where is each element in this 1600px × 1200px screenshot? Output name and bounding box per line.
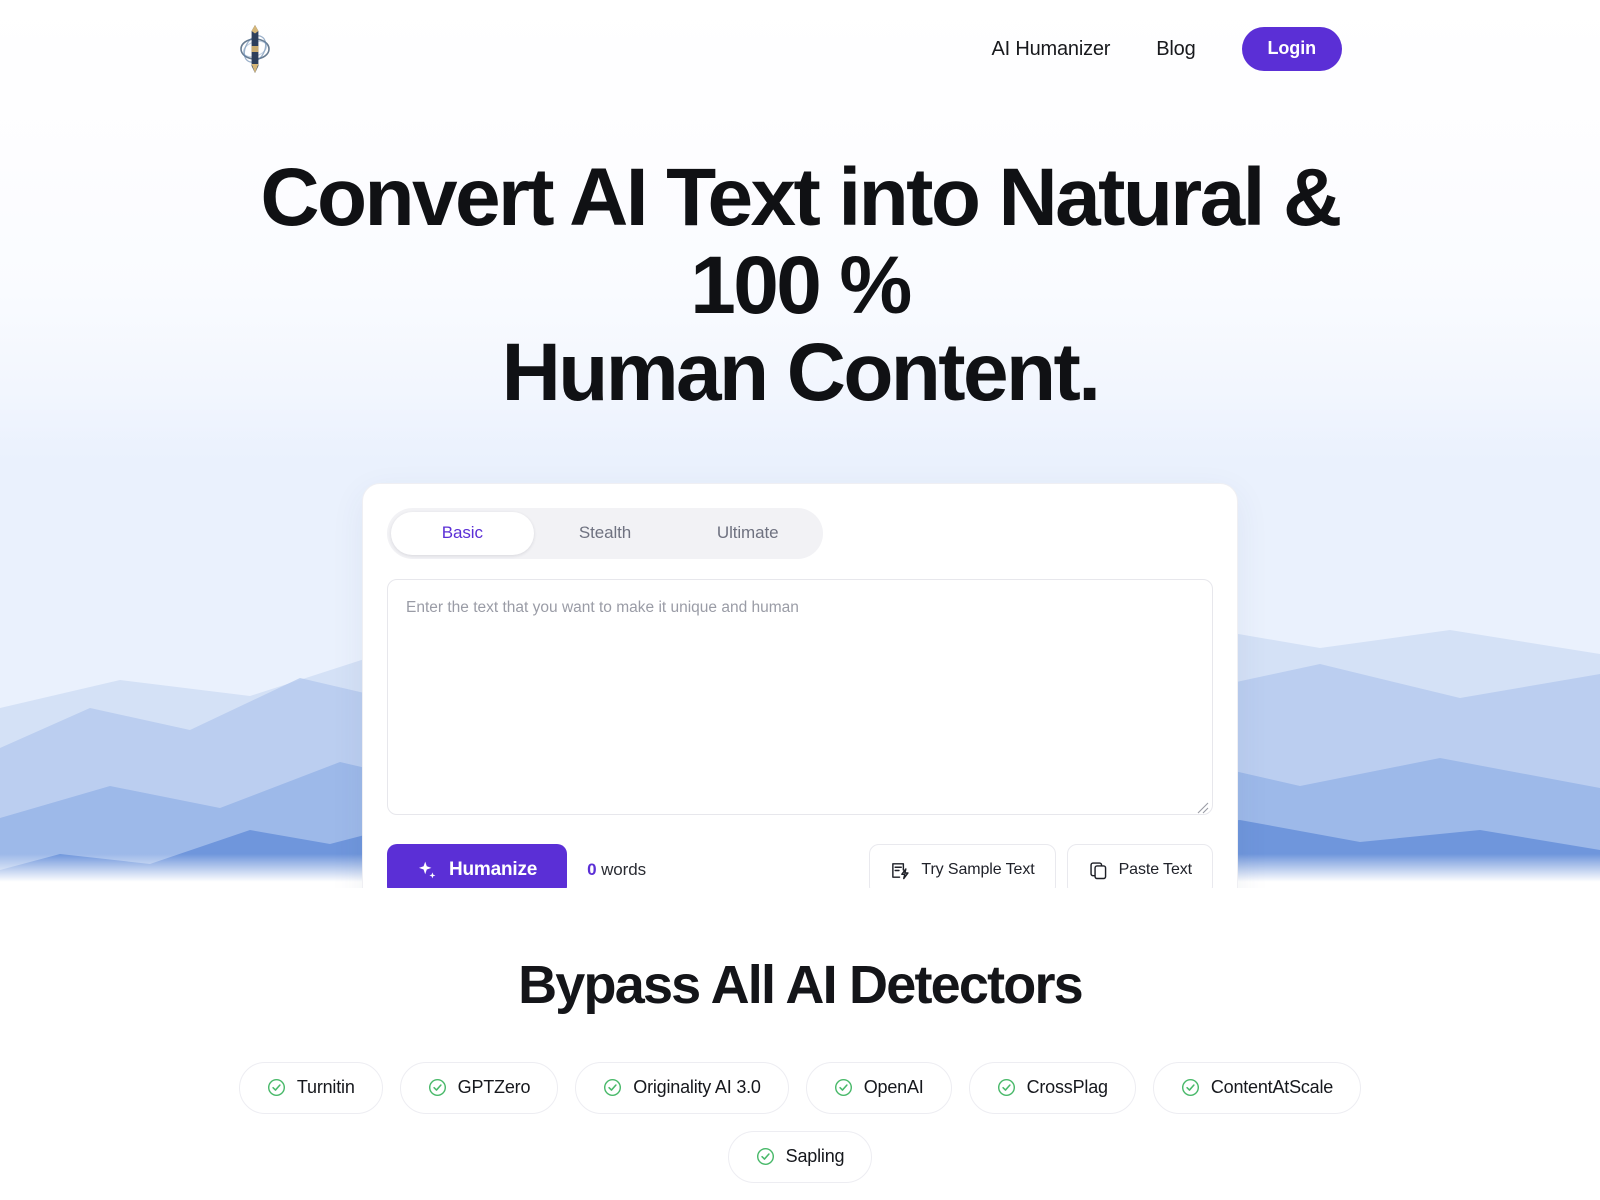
word-count-number: 0 bbox=[587, 860, 597, 880]
detector-label: ContentAtScale bbox=[1210, 1077, 1334, 1097]
headline-line-2: Human Content. bbox=[501, 327, 1101, 419]
tab-ultimate[interactable]: Ultimate bbox=[676, 512, 819, 555]
try-sample-text-button[interactable]: Try Sample Text bbox=[869, 844, 1056, 888]
nav-link-blog[interactable]: Blog bbox=[1156, 38, 1195, 61]
tab-basic[interactable]: Basic bbox=[391, 512, 534, 556]
detectors-title: Bypass All AI Detectors bbox=[518, 955, 1084, 1015]
paste-text-label: Paste Text bbox=[1118, 861, 1193, 879]
detector-chip: OpenAI bbox=[805, 1062, 952, 1114]
detector-chip: Sapling bbox=[727, 1131, 873, 1183]
paste-text-button[interactable]: Paste Text bbox=[1066, 844, 1213, 888]
word-count: 0 words bbox=[587, 860, 646, 880]
try-sample-text-label: Try Sample Text bbox=[921, 861, 1035, 879]
detector-chip: GPTZero bbox=[399, 1062, 559, 1114]
humanize-button[interactable]: Humanize bbox=[387, 844, 568, 888]
tab-stealth[interactable]: Stealth bbox=[534, 512, 677, 555]
check-circle-icon bbox=[1181, 1078, 1199, 1097]
word-count-label: words bbox=[601, 860, 646, 880]
sparkle-icon bbox=[419, 861, 436, 879]
check-circle-icon bbox=[834, 1078, 852, 1097]
check-circle-icon bbox=[428, 1078, 446, 1097]
detector-label: Turnitin bbox=[296, 1077, 355, 1097]
check-circle-icon bbox=[997, 1078, 1015, 1097]
headline-line-1: Convert AI Text into Natural & 100 % bbox=[260, 152, 1342, 331]
humanizer-card: Basic Stealth Ultimate Humanize 0 words bbox=[362, 483, 1238, 888]
detector-label: Originality AI 3.0 bbox=[633, 1077, 761, 1097]
nav-links-group: AI Humanizer Blog Login bbox=[992, 27, 1342, 71]
editor-wrapper bbox=[387, 579, 1213, 820]
text-input[interactable] bbox=[387, 579, 1213, 816]
copy-icon bbox=[1089, 862, 1106, 879]
nav-link-ai-humanizer[interactable]: AI Humanizer bbox=[992, 38, 1111, 61]
detector-label: Sapling bbox=[785, 1146, 845, 1166]
secondary-actions: Try Sample Text Paste Text bbox=[869, 844, 1213, 888]
check-circle-icon bbox=[756, 1147, 774, 1166]
detector-label: CrossPlag bbox=[1026, 1077, 1108, 1097]
editor-actions: Humanize 0 words Try Sample Text Paste T… bbox=[387, 844, 1213, 888]
detectors-section: Bypass All AI Detectors Turnitin GPTZero… bbox=[0, 888, 1600, 1200]
detector-chip: Turnitin bbox=[238, 1062, 383, 1114]
mode-tabs: Basic Stealth Ultimate bbox=[387, 508, 823, 560]
detector-chip: CrossPlag bbox=[968, 1062, 1136, 1114]
detector-chip-row-1: Turnitin GPTZero Originality AI 3.0 Open… bbox=[0, 1062, 1600, 1183]
pen-orbit-logo[interactable] bbox=[238, 20, 274, 78]
hero-headline: Convert AI Text into Natural & 100 % Hum… bbox=[250, 154, 1350, 417]
sample-text-icon bbox=[892, 862, 910, 879]
hero-section: AI Humanizer Blog Login Convert AI Text … bbox=[0, 0, 1600, 888]
detector-chip: Originality AI 3.0 bbox=[575, 1062, 789, 1114]
detector-label: OpenAI bbox=[863, 1077, 924, 1097]
login-button[interactable]: Login bbox=[1241, 27, 1342, 71]
detector-label: GPTZero bbox=[457, 1077, 531, 1097]
check-circle-icon bbox=[267, 1078, 285, 1097]
check-circle-icon bbox=[604, 1078, 622, 1097]
top-navigation: AI Humanizer Blog Login bbox=[0, 0, 1600, 98]
detector-chip: ContentAtScale bbox=[1152, 1062, 1362, 1114]
humanize-button-label: Humanize bbox=[449, 859, 538, 881]
